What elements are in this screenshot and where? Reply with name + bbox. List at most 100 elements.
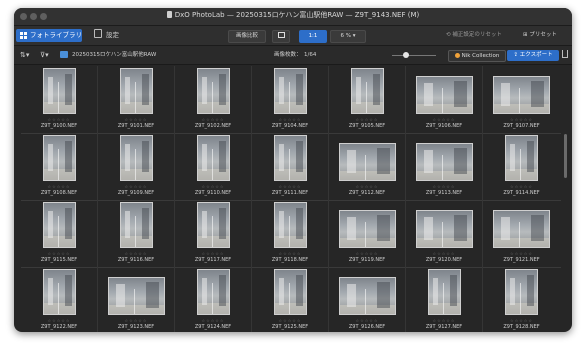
thumbnail-cell[interactable]: ☆☆☆☆☆ Z9T_9102.NEF	[175, 66, 252, 133]
thumbnail-image[interactable]	[120, 202, 153, 248]
star-rating[interactable]: ☆☆☆☆☆	[329, 117, 405, 122]
thumbnail-cell[interactable]: ☆☆☆☆☆ Z9T_9128.NEF	[483, 267, 560, 332]
star-rating[interactable]: ☆☆☆☆☆	[21, 318, 97, 323]
thumbnail-size-slider[interactable]	[392, 55, 436, 56]
star-rating[interactable]: ☆☆☆☆☆	[98, 184, 174, 189]
zoom-percent-select[interactable]: 6 % ▾	[330, 30, 366, 43]
star-rating[interactable]: ☆☆☆☆☆	[252, 117, 328, 122]
thumbnail-image[interactable]	[43, 135, 76, 181]
tab-settings[interactable]: 設定	[94, 29, 119, 42]
thumbnail-image[interactable]	[505, 269, 538, 315]
thumbnail-cell[interactable]: ☆☆☆☆☆ Z9T_9114.NEF	[483, 133, 560, 200]
thumbnail-cell[interactable]: ☆☆☆☆☆ Z9T_9101.NEF	[98, 66, 175, 133]
star-rating[interactable]: ☆☆☆☆☆	[252, 184, 328, 189]
thumbnail-image[interactable]	[274, 269, 307, 315]
thumbnail-image[interactable]	[339, 210, 396, 248]
thumbnail-image[interactable]	[43, 68, 76, 114]
preset-button[interactable]: ⊞ プリセット	[523, 30, 557, 41]
thumbnail-cell[interactable]: ☆☆☆☆☆ Z9T_9109.NEF	[98, 133, 175, 200]
thumbnail-image[interactable]	[505, 135, 538, 181]
star-rating[interactable]: ☆☆☆☆☆	[406, 117, 482, 122]
compare-button[interactable]: 画像比較	[228, 30, 266, 43]
star-rating[interactable]: ☆☆☆☆☆	[175, 117, 251, 122]
zoom-1to1-button[interactable]: 1:1	[299, 30, 327, 43]
star-rating[interactable]: ☆☆☆☆☆	[21, 117, 97, 122]
star-rating[interactable]: ☆☆☆☆☆	[175, 318, 251, 323]
thumbnail-cell[interactable]: ☆☆☆☆☆ Z9T_9100.NEF	[21, 66, 98, 133]
thumbnail-cell[interactable]: ☆☆☆☆☆ Z9T_9110.NEF	[175, 133, 252, 200]
thumbnail-cell[interactable]: ☆☆☆☆☆ Z9T_9104.NEF	[252, 66, 329, 133]
sort-icon[interactable]: ⇅▾	[20, 50, 29, 60]
star-rating[interactable]: ☆☆☆☆☆	[406, 184, 482, 189]
thumbnail-image[interactable]	[339, 143, 396, 181]
grid-scrollbar[interactable]	[564, 134, 567, 178]
thumbnail-image[interactable]	[197, 269, 230, 315]
thumbnail-image[interactable]	[416, 143, 473, 181]
thumbnail-image[interactable]	[493, 76, 550, 114]
thumbnail-image[interactable]	[197, 68, 230, 114]
thumbnail-image[interactable]	[351, 68, 384, 114]
star-rating[interactable]: ☆☆☆☆☆	[483, 117, 560, 122]
thumbnail-image[interactable]	[43, 202, 76, 248]
star-rating[interactable]: ☆☆☆☆☆	[21, 251, 97, 256]
star-rating[interactable]: ☆☆☆☆☆	[175, 184, 251, 189]
thumbnail-cell[interactable]: ☆☆☆☆☆ Z9T_9127.NEF	[406, 267, 483, 332]
export-button[interactable]: ⇪ エクスポート	[507, 50, 559, 61]
display-mode-button[interactable]	[272, 30, 290, 43]
thumbnail-cell[interactable]: ☆☆☆☆☆ Z9T_9123.NEF	[98, 267, 175, 332]
star-rating[interactable]: ☆☆☆☆☆	[406, 318, 482, 323]
thumbnail-size-slider-knob[interactable]	[403, 52, 409, 58]
star-rating[interactable]: ☆☆☆☆☆	[252, 318, 328, 323]
thumbnail-image[interactable]	[416, 76, 473, 114]
thumbnail-cell[interactable]: ☆☆☆☆☆ Z9T_9105.NEF	[329, 66, 406, 133]
star-rating[interactable]: ☆☆☆☆☆	[483, 184, 560, 189]
thumbnail-image[interactable]	[274, 68, 307, 114]
thumbnail-image[interactable]	[197, 135, 230, 181]
thumbnail-cell[interactable]: ☆☆☆☆☆ Z9T_9115.NEF	[21, 200, 98, 267]
thumbnail-cell[interactable]: ☆☆☆☆☆ Z9T_9106.NEF	[406, 66, 483, 133]
folder-name[interactable]: 20250315ロケハン富山駅他RAW	[72, 50, 156, 60]
thumbnail-cell[interactable]: ☆☆☆☆☆ Z9T_9112.NEF	[329, 133, 406, 200]
reset-corrections-button[interactable]: ⟲ 補正設定のリセット	[446, 30, 502, 41]
star-rating[interactable]: ☆☆☆☆☆	[98, 251, 174, 256]
thumbnail-cell[interactable]: ☆☆☆☆☆ Z9T_9120.NEF	[406, 200, 483, 267]
thumbnail-image[interactable]	[493, 210, 550, 248]
thumbnail-cell[interactable]: ☆☆☆☆☆ Z9T_9116.NEF	[98, 200, 175, 267]
thumbnail-cell[interactable]: ☆☆☆☆☆ Z9T_9107.NEF	[483, 66, 560, 133]
thumbnail-cell[interactable]: ☆☆☆☆☆ Z9T_9125.NEF	[252, 267, 329, 332]
thumbnail-image[interactable]	[43, 269, 76, 315]
star-rating[interactable]: ☆☆☆☆☆	[406, 251, 482, 256]
thumbnail-image[interactable]	[428, 269, 461, 315]
thumbnail-image[interactable]	[274, 202, 307, 248]
star-rating[interactable]: ☆☆☆☆☆	[21, 184, 97, 189]
star-rating[interactable]: ☆☆☆☆☆	[329, 251, 405, 256]
thumbnail-cell[interactable]: ☆☆☆☆☆ Z9T_9108.NEF	[21, 133, 98, 200]
star-rating[interactable]: ☆☆☆☆☆	[329, 318, 405, 323]
star-rating[interactable]: ☆☆☆☆☆	[483, 251, 560, 256]
thumbnail-image[interactable]	[197, 202, 230, 248]
star-rating[interactable]: ☆☆☆☆☆	[329, 184, 405, 189]
thumbnail-cell[interactable]: ☆☆☆☆☆ Z9T_9121.NEF	[483, 200, 560, 267]
star-rating[interactable]: ☆☆☆☆☆	[98, 318, 174, 323]
star-rating[interactable]: ☆☆☆☆☆	[175, 251, 251, 256]
thumbnail-cell[interactable]: ☆☆☆☆☆ Z9T_9118.NEF	[252, 200, 329, 267]
nik-collection-button[interactable]: Nik Collection	[448, 50, 506, 62]
star-rating[interactable]: ☆☆☆☆☆	[98, 117, 174, 122]
thumbnail-cell[interactable]: ☆☆☆☆☆ Z9T_9126.NEF	[329, 267, 406, 332]
star-rating[interactable]: ☆☆☆☆☆	[252, 251, 328, 256]
thumbnail-cell[interactable]: ☆☆☆☆☆ Z9T_9119.NEF	[329, 200, 406, 267]
thumbnail-image[interactable]	[274, 135, 307, 181]
thumbnail-cell[interactable]: ☆☆☆☆☆ Z9T_9122.NEF	[21, 267, 98, 332]
thumbnail-cell[interactable]: ☆☆☆☆☆ Z9T_9117.NEF	[175, 200, 252, 267]
filter-icon[interactable]: ⊽▾	[40, 50, 49, 60]
star-rating[interactable]: ☆☆☆☆☆	[483, 318, 560, 323]
thumbnail-image[interactable]	[120, 135, 153, 181]
thumbnail-image[interactable]	[416, 210, 473, 248]
thumbnail-cell[interactable]: ☆☆☆☆☆ Z9T_9111.NEF	[252, 133, 329, 200]
share-icon[interactable]	[562, 50, 568, 58]
tab-photo-library[interactable]: フォトライブラリ	[16, 29, 82, 42]
thumbnail-cell[interactable]: ☆☆☆☆☆ Z9T_9113.NEF	[406, 133, 483, 200]
thumbnail-image[interactable]	[120, 68, 153, 114]
thumbnail-cell[interactable]: ☆☆☆☆☆ Z9T_9124.NEF	[175, 267, 252, 332]
thumbnail-image[interactable]	[339, 277, 396, 315]
